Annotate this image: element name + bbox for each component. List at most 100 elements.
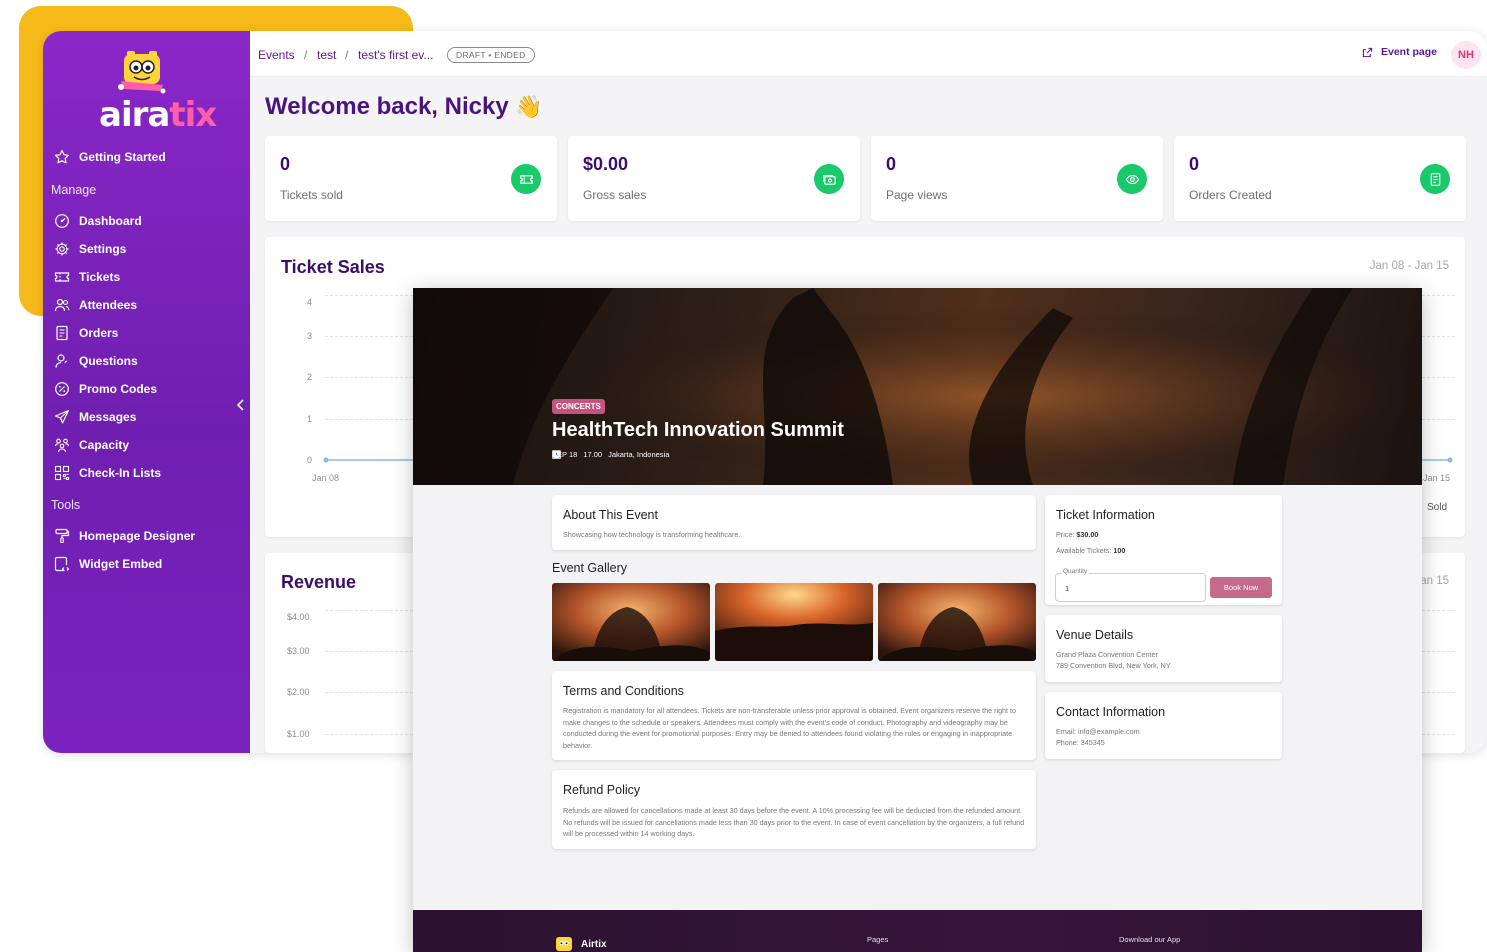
waving-hand-icon: 👋 bbox=[515, 94, 543, 119]
breadcrumb-events[interactable]: Events bbox=[258, 48, 295, 62]
sidebar-item-check-in-lists[interactable]: Check-In Lists bbox=[51, 462, 161, 484]
gallery-image[interactable] bbox=[878, 583, 1036, 661]
event-page-link[interactable]: Event page bbox=[1362, 46, 1437, 58]
stat-card-page-views: 0 Page views bbox=[871, 136, 1163, 221]
stat-card-gross-sales: $0.00 Gross sales bbox=[568, 136, 860, 221]
stat-card-tickets-sold: 0 Tickets sold bbox=[265, 136, 557, 221]
sidebar-item-settings[interactable]: Settings bbox=[51, 238, 126, 260]
chevron-left-icon[interactable] bbox=[235, 397, 247, 413]
stat-value: $0.00 bbox=[583, 154, 629, 174]
footer-brand[interactable]: Airtix bbox=[553, 936, 607, 952]
quantity-input[interactable]: 1 bbox=[1055, 573, 1206, 602]
sidebar-item-label: Dashboard bbox=[79, 214, 142, 228]
sidebar-item-tickets[interactable]: Tickets bbox=[51, 266, 120, 288]
sidebar-item-label: Homepage Designer bbox=[79, 529, 196, 543]
about-card: About This Event Showcasing how technolo… bbox=[552, 495, 1036, 550]
footer-brand-name: Airtix bbox=[581, 938, 607, 950]
about-body: Showcasing how technology is transformin… bbox=[563, 530, 741, 539]
contact-email: Email: info@example.com bbox=[1056, 727, 1140, 736]
event-title: HealthTech Innovation Summit bbox=[552, 419, 844, 441]
cash-icon bbox=[814, 164, 844, 194]
stat-label: Page views bbox=[886, 188, 948, 202]
status-badge: DRAFT • ENDED bbox=[447, 47, 535, 63]
external-link-icon bbox=[1362, 47, 1373, 57]
sidebar-item-questions[interactable]: Questions bbox=[51, 350, 138, 372]
terms-card: Terms and Conditions Registration is man… bbox=[552, 671, 1036, 760]
venue-title: Venue Details bbox=[1056, 628, 1134, 642]
sidebar-item-widget-embed[interactable]: Widget Embed bbox=[51, 553, 162, 575]
gear-icon bbox=[55, 242, 69, 256]
event-location: Jakarta, Indonesia bbox=[608, 450, 670, 459]
contact-title: Contact Information bbox=[1056, 705, 1166, 719]
category-badge: CONCERTS bbox=[552, 399, 605, 414]
sidebar-item-label: Getting Started bbox=[79, 150, 166, 164]
paint-roller-icon bbox=[55, 528, 70, 544]
y-tick-label: $3.00 bbox=[287, 646, 310, 656]
eye-icon bbox=[1117, 164, 1147, 194]
about-title: About This Event bbox=[563, 508, 658, 522]
refund-card: Refund Policy Refunds are allowed for ca… bbox=[552, 770, 1036, 849]
location-pin-icon bbox=[552, 450, 561, 459]
ticket-icon bbox=[54, 272, 70, 282]
venue-address: 789 Convention Blvd, New York, NY bbox=[1056, 661, 1171, 670]
gallery-image[interactable] bbox=[715, 583, 873, 661]
mascot-logo-icon bbox=[556, 937, 572, 951]
terms-title: Terms and Conditions bbox=[563, 684, 684, 698]
sidebar-item-messages[interactable]: Messages bbox=[51, 406, 136, 428]
gallery-image[interactable] bbox=[552, 583, 710, 661]
avatar[interactable]: NH bbox=[1451, 41, 1481, 69]
event-footer: Airtix Pages Download our App bbox=[413, 910, 1422, 952]
venue-name: Grand Plaza Convention Center bbox=[1056, 650, 1158, 659]
gallery-title: Event Gallery bbox=[552, 561, 628, 575]
event-time: 17.00 bbox=[583, 450, 603, 459]
sidebar-item-label: Settings bbox=[79, 242, 127, 256]
sidebar-item-orders[interactable]: Orders bbox=[51, 322, 118, 344]
x-tick-label-end: Jan 15 bbox=[1423, 473, 1451, 483]
contact-phone: Phone: 345345 bbox=[1056, 738, 1105, 747]
x-tick-label-start: Jan 08 bbox=[312, 473, 340, 483]
event-meta: SEP 18 17.00 Jakarta, Indonesia bbox=[552, 450, 675, 459]
sidebar-item-homepage-designer[interactable]: Homepage Designer bbox=[51, 525, 195, 547]
sidebar-item-promo-codes[interactable]: Promo Codes bbox=[51, 378, 157, 400]
event-page-label: Event page bbox=[1381, 46, 1438, 58]
page-title: Welcome back, Nicky 👋 bbox=[265, 93, 543, 120]
sidebar-item-capacity[interactable]: Capacity bbox=[51, 434, 129, 456]
receipt-icon bbox=[1420, 164, 1450, 194]
stat-value: 0 bbox=[280, 154, 291, 174]
breadcrumb-test[interactable]: test bbox=[317, 48, 336, 62]
sidebar-item-dashboard[interactable]: Dashboard bbox=[51, 210, 142, 232]
stat-card-orders-created: 0 Orders Created bbox=[1174, 136, 1466, 221]
embed-icon bbox=[54, 556, 70, 572]
sidebar-item-label: Attendees bbox=[79, 298, 138, 312]
stat-label: Tickets sold bbox=[280, 188, 343, 202]
ticket-available: Available Tickets: 100 bbox=[1056, 546, 1126, 555]
star-icon bbox=[54, 149, 70, 164]
venue-card: Venue Details Grand Plaza Convention Cen… bbox=[1045, 615, 1282, 682]
revenue-title: Revenue bbox=[281, 572, 357, 592]
refund-title: Refund Policy bbox=[563, 783, 641, 797]
top-bar: Events / test / test's first ev... DRAFT… bbox=[250, 31, 1487, 77]
y-tick-label: $4.00 bbox=[287, 612, 310, 622]
breadcrumb-separator: / bbox=[345, 48, 349, 62]
contact-card: Contact Information Email: info@example.… bbox=[1045, 692, 1282, 759]
ticket-price: Price: $30.00 bbox=[1056, 530, 1099, 539]
user-question-icon bbox=[55, 354, 68, 368]
sidebar-item-label: Check-In Lists bbox=[79, 466, 162, 480]
hero-banner: CONCERTS HealthTech Innovation Summit SE… bbox=[413, 288, 1422, 485]
screenshot-root: airatix Getting Started Manage Dashboard… bbox=[0, 0, 1487, 952]
sidebar-item-label: Messages bbox=[79, 410, 137, 424]
refund-body: Refunds are allowed for cancellations ma… bbox=[563, 806, 1025, 838]
users-icon bbox=[54, 298, 70, 312]
airatix-logo[interactable]: airatix bbox=[99, 51, 217, 135]
sidebar-item-label: Widget Embed bbox=[79, 557, 163, 571]
sold-point-jan-15 bbox=[1447, 457, 1453, 463]
footer-download-heading: Download our App bbox=[1119, 935, 1181, 944]
stat-value: 0 bbox=[1189, 154, 1200, 174]
breadcrumb-current-event[interactable]: test's first ev... bbox=[358, 48, 433, 62]
sidebar-item-getting-started[interactable]: Getting Started bbox=[51, 146, 166, 168]
sold-point-jan-08 bbox=[323, 457, 329, 463]
mascot-logo-icon bbox=[118, 51, 166, 94]
sidebar-item-attendees[interactable]: Attendees bbox=[51, 294, 137, 316]
book-now-button[interactable]: Book Now bbox=[1210, 577, 1272, 598]
group-icon bbox=[54, 438, 70, 453]
